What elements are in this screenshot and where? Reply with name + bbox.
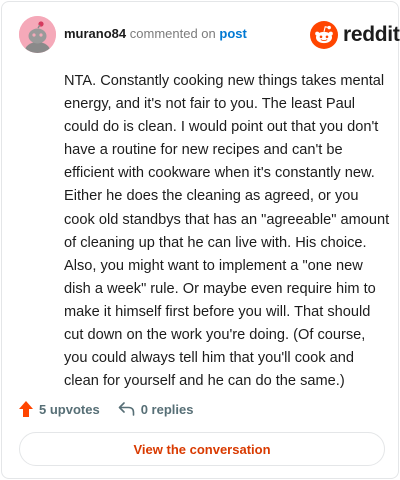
comment-header: murano84 commented on post bbox=[64, 26, 247, 42]
upvote-count: 5 upvotes bbox=[39, 401, 100, 417]
avatar[interactable] bbox=[19, 16, 56, 53]
upvote-arrow-icon bbox=[19, 401, 33, 417]
reddit-logo[interactable]: reddit bbox=[310, 20, 400, 50]
comment-card: murano84 commented on post reddit NTA. C… bbox=[1, 1, 400, 479]
replies-button[interactable]: 0 replies bbox=[118, 401, 194, 417]
upvote-button[interactable]: 5 upvotes bbox=[19, 401, 100, 417]
comment-text: NTA. Constantly cooking new things takes… bbox=[64, 73, 390, 390]
reddit-snoo-icon bbox=[310, 21, 338, 49]
reddit-wordmark: reddit bbox=[343, 23, 400, 46]
username-link[interactable]: murano84 bbox=[64, 26, 126, 41]
reply-arrow-icon bbox=[118, 402, 134, 416]
post-link[interactable]: post bbox=[219, 26, 246, 41]
commented-on-label: commented on bbox=[129, 26, 216, 41]
comment-actions: 5 upvotes 0 replies bbox=[19, 400, 193, 418]
view-conversation-button[interactable]: View the conversation bbox=[19, 432, 385, 466]
reply-count: 0 replies bbox=[140, 401, 194, 417]
user-avatar-icon bbox=[19, 16, 56, 53]
